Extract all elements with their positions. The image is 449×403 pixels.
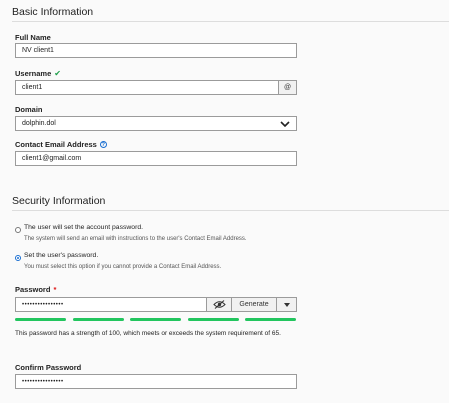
required-marker: * (53, 285, 57, 294)
basic-information-heading: Basic Information (12, 6, 94, 18)
domain-selected-value: dolphin.dol (22, 120, 56, 127)
option-set-user-password-label[interactable]: Set the user's password. (24, 252, 98, 259)
password-input[interactable]: •••••••••••••••• (15, 297, 207, 312)
info-icon[interactable]: ? (99, 141, 107, 148)
add-user-form: Basic Information Full Name NV client1 U… (0, 0, 449, 403)
domain-select[interactable]: dolphin.dol (15, 116, 297, 131)
generate-password-button[interactable]: Generate (231, 297, 277, 312)
caret-down-icon (283, 302, 290, 307)
confirm-password-input[interactable]: •••••••••••••••• (15, 374, 297, 389)
strength-segment (188, 318, 239, 321)
password-strength-note: This password has a strength of 100, whi… (15, 330, 281, 337)
section-divider (12, 21, 449, 22)
option-user-sets-password-label[interactable]: The user will set the account password. (24, 224, 143, 231)
full-name-label: Full Name (15, 33, 51, 42)
full-name-input[interactable]: NV client1 (15, 43, 297, 58)
option-user-sets-password-help: The system will send an email with instr… (24, 236, 247, 242)
generate-options-dropdown[interactable] (276, 297, 297, 312)
at-sign-addon: @ (278, 80, 297, 95)
option-set-user-password-help: You must select this option if you canno… (24, 264, 222, 270)
password-label: Password * (15, 285, 57, 294)
eye-slash-icon (212, 300, 226, 309)
radio-set-user-password[interactable] (15, 255, 21, 261)
radio-user-sets-password[interactable] (15, 227, 21, 233)
confirm-password-label: Confirm Password (15, 363, 82, 372)
section-divider (12, 210, 449, 211)
contact-email-input[interactable]: client1@gmail.com (15, 151, 297, 166)
toggle-visibility-button[interactable] (206, 297, 232, 312)
strength-segment (130, 318, 181, 321)
contact-email-label: Contact Email Address ? (15, 140, 107, 149)
strength-segment (15, 318, 66, 321)
strength-segment (245, 318, 296, 321)
username-input[interactable]: client1 (15, 80, 279, 95)
username-label: Username ✔ (15, 69, 61, 78)
chevron-down-icon (280, 120, 290, 127)
strength-segment (73, 318, 124, 321)
check-icon: ✔ (54, 69, 61, 78)
security-information-heading: Security Information (12, 195, 106, 207)
domain-label: Domain (15, 105, 43, 114)
